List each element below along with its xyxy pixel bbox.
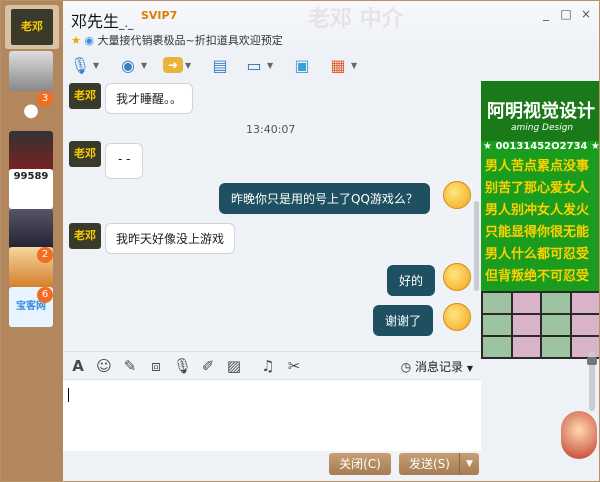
toolbar: 🎙 ▼ ◉ ▼ ➜ ▼ ▤ ▭ ▼ ▣ ▦ ▼ [63,49,599,81]
microphone-icon: 🎙 [69,55,91,75]
ad-panel[interactable]: 阿明视觉设计 aming Design ★ 00131452O2734 ★ 男人… [481,81,600,481]
magic-wand-icon[interactable]: ✎ [121,357,139,375]
unread-badge: 2 [37,247,53,263]
ad-subtitle: aming Design [511,123,574,133]
contact-item[interactable] [9,51,53,91]
apps-grid-icon: ▦ [330,55,346,75]
ad-number: ★ 00131452O2734 ★ [483,141,600,152]
image-icon[interactable]: ▨ [225,357,243,375]
webcam-icon: ◉ [121,55,135,75]
ad-line: 但背叛绝不可忍受 [485,269,590,284]
contact-item[interactable] [9,209,53,249]
chevron-down-icon: ▼ [267,60,274,70]
voice-call-button[interactable]: 🎙 ▼ [69,53,99,77]
clock-icon: ◷ [400,360,412,374]
message-bubble-in: - - [105,143,144,179]
message-bubble-in: 我才睡醒。。 [105,83,194,114]
chevron-down-icon: ▼ [459,453,479,475]
new-discussion-button[interactable]: ▤ [209,53,231,77]
chat-scrollbar[interactable] [471,81,481,351]
contact-strip: 老邓 ● 3 99589 2 宝客网 6 [1,1,63,481]
contact-avatar [9,131,53,171]
ad-line: 男人什么都可忍受 [485,247,590,262]
voice-message-icon[interactable]: 🎙 [173,357,192,375]
font-icon[interactable]: A [69,357,87,375]
unread-badge: 6 [37,287,53,303]
qq-chat-window: 老邓 ● 3 99589 2 宝客网 6 老邓 中介 邓先生_._ SVIP7 [0,0,600,482]
message-history-button[interactable]: ◷ 消息记录 ▼ [401,358,473,375]
cartoon-avatar-icon[interactable] [561,411,597,459]
ad-line: 别苦了那心爱女人 [485,181,590,196]
message-bubble-out: 昨晚你只是用的号上了QQ游戏么？ [219,183,430,214]
close-button[interactable]: × [579,7,593,21]
ad-thumbnail-grid [481,291,599,359]
smiley-avatar-icon[interactable] [443,263,471,291]
folder-arrow-icon: ➜ [163,57,183,73]
music-icon[interactable]: ♫ [259,357,277,375]
remote-desktop-button[interactable]: ▭ ▼ [243,53,273,77]
vibrate-icon[interactable]: ⧈ [147,357,165,375]
qq-icon: ◉ [84,34,94,47]
contact-item[interactable]: 宝客网 6 [9,287,53,327]
status-message: ★ ◉ 大量接代销裹极品~折扣道具欢迎预定 [71,34,283,47]
text-caret [68,388,69,402]
star-icon: ★ [71,34,81,47]
input-toolbar: A ☺ ✎ ⧈ 🎙 ✐ ▨ ♫ ✂ ◷ 消息记录 ▼ [63,351,481,379]
scissors-icon[interactable]: ✂ [285,357,303,375]
chat-header: 老邓 中介 邓先生_._ SVIP7 ★ ◉ 大量接代销裹极品~折扣道具欢迎预定… [63,1,599,49]
svip-badge[interactable]: SVIP7 [141,9,177,22]
chevron-down-icon: ▼ [141,60,148,70]
contact-avatar: 99589 [9,169,53,209]
message-list[interactable]: 老邓 我才睡醒。。 13:40:07 老邓 - - 昨晚你只是用的号上了QQ游戏… [63,81,481,351]
unread-badge: 3 [37,91,53,107]
maximize-button[interactable]: □ [559,7,573,21]
emoji-icon[interactable]: ☺ [95,357,113,375]
action-bar: 关闭(C) 发送(S) ▼ [63,451,481,481]
contact-item[interactable] [9,131,53,171]
message-input[interactable] [63,379,481,451]
monitor-icon: ▭ [246,55,262,75]
message-timestamp: 13:40:07 [246,123,296,136]
contact-name[interactable]: 邓先生_._ [71,8,134,32]
scroll-thumb[interactable] [474,201,479,291]
ad-line: 男人别冲女人发火 [485,203,590,218]
contact-avatar [9,209,53,249]
contact-avatar: 老邓 [11,9,53,45]
send-button[interactable]: 发送(S) ▼ [399,453,479,475]
sender-avatar[interactable]: 老邓 [69,141,101,167]
ad-line: 只能显得你很无能 [485,225,590,240]
message-bubble-in: 我昨天好像没上游戏 [105,223,236,254]
sender-avatar[interactable]: 老邓 [69,223,101,249]
contact-item[interactable]: ● 3 [9,91,53,131]
minimize-button[interactable]: _ [539,7,553,21]
watermark: 老邓 中介 [308,7,404,32]
contact-item[interactable]: 99589 [9,169,53,209]
ad-banner-area: 阿明视觉设计 aming Design ★ 00131452O2734 ★ 男人… [481,81,600,291]
message-bubble-out: 好的 [387,265,436,296]
chevron-down-icon: ▼ [351,60,358,70]
message-bubble-out: 谢谢了 [373,305,434,336]
contact-item[interactable]: 2 [9,247,53,287]
edit-icon[interactable]: ✐ [199,357,217,375]
contact-avatar [9,51,53,91]
send-file-button[interactable]: ➜ ▼ [163,53,191,77]
chat-plus-icon: ▤ [212,55,228,75]
share-screen-button[interactable]: ▣ [291,53,313,77]
chevron-down-icon: ▼ [466,364,473,373]
chevron-down-icon: ▼ [93,60,100,70]
chevron-down-icon: ▼ [185,60,192,70]
contact-item-selected[interactable]: 老邓 [5,5,59,49]
smiley-avatar-icon[interactable] [443,303,471,331]
smiley-avatar-icon[interactable] [443,181,471,209]
apps-button[interactable]: ▦ ▼ [327,53,357,77]
slider-knob[interactable] [587,357,597,365]
screen-share-icon: ▣ [294,55,310,75]
ad-line: 男人苦点累点没事 [485,159,590,174]
video-call-button[interactable]: ◉ ▼ [117,53,147,77]
sender-avatar[interactable]: 老邓 [69,83,101,109]
close-chat-button[interactable]: 关闭(C) [329,453,391,475]
